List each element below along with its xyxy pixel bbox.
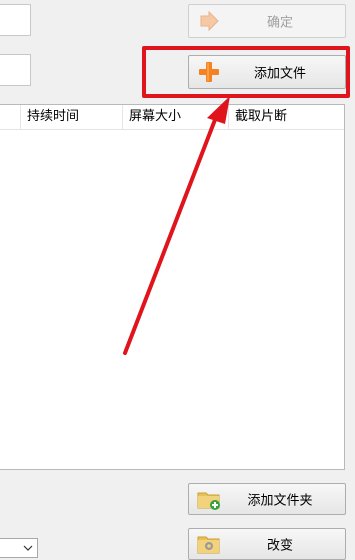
change-button[interactable]: 改变 xyxy=(188,528,346,560)
add-folder-label: 添加文件夹 xyxy=(247,493,313,509)
add-folder-button[interactable]: 添加文件夹 xyxy=(188,483,346,515)
change-label: 改变 xyxy=(266,538,293,554)
chevron-down-icon xyxy=(23,542,33,556)
pointer-arrow xyxy=(123,96,230,355)
format-select[interactable] xyxy=(0,538,38,558)
